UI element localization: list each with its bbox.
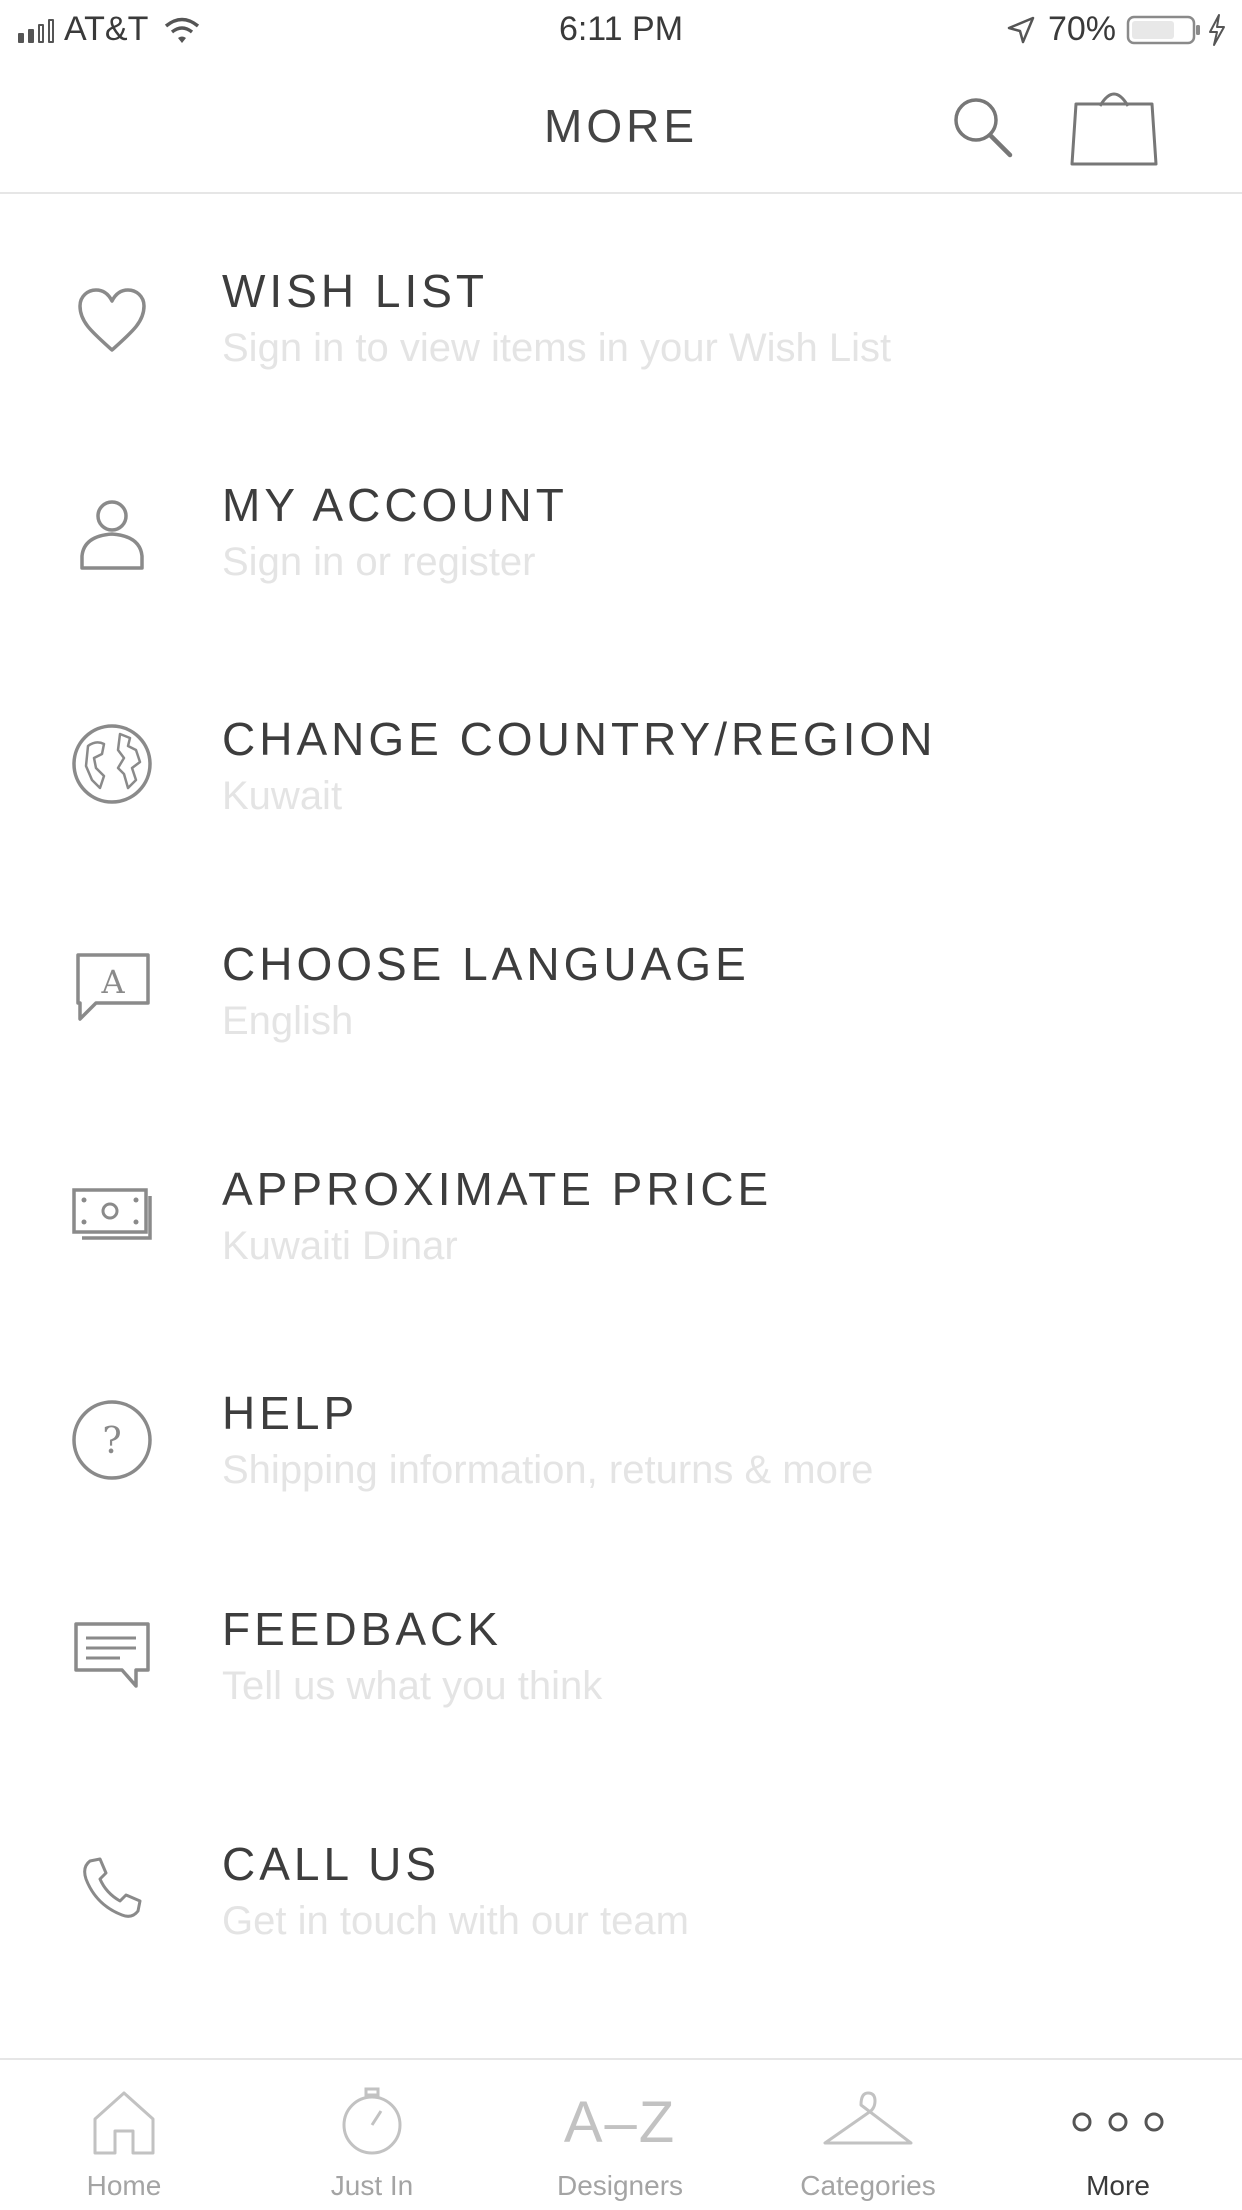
tab-label: More <box>1086 2170 1150 2201</box>
bottom-tab-bar: Home Just In A–Z Designers Categories Mo… <box>0 2058 1242 2208</box>
menu-item-label: CALL US <box>222 1838 441 1890</box>
search-icon <box>954 98 1013 158</box>
menu-item-subtitle: Tell us what you think <box>222 1664 603 1708</box>
status-bar: AT&T 6:11 PM 70% <box>0 0 1242 62</box>
tab-label: Just In <box>330 2170 414 2201</box>
menu-item-wish-list[interactable]: WISH LIST Sign in to view items in your … <box>0 254 1242 404</box>
language-icon: A <box>76 953 150 1021</box>
shopping-bag-icon <box>1070 92 1158 166</box>
shopping-bag-button[interactable] <box>1070 82 1160 168</box>
tab-just-in[interactable]: Just In <box>248 2060 496 2210</box>
menu-item-label: MY ACCOUNT <box>222 479 568 531</box>
svg-text:A: A <box>100 963 125 1001</box>
search-button[interactable] <box>950 94 1016 160</box>
menu-item-subtitle: Get in touch with our team <box>222 1899 689 1943</box>
menu-item-label: APPROXIMATE PRICE <box>222 1163 773 1215</box>
menu-item-change-country[interactable]: CHANGE COUNTRY/REGION Kuwait <box>0 702 1242 852</box>
menu-item-subtitle: Kuwaiti Dinar <box>222 1224 458 1268</box>
more-dots-icon <box>1072 2112 1164 2132</box>
menu-item-label: CHANGE COUNTRY/REGION <box>222 713 937 765</box>
menu-item-approximate-price[interactable]: APPROXIMATE PRICE Kuwaiti Dinar <box>0 1152 1242 1302</box>
phone-icon <box>83 1857 142 1918</box>
location-arrow-icon <box>1007 16 1035 43</box>
a-z-icon: A–Z <box>563 2089 677 2155</box>
hanger-icon <box>823 2091 913 2145</box>
help-icon: ? <box>72 1400 152 1480</box>
svg-text:?: ? <box>102 1421 121 1462</box>
menu-item-label: FEEDBACK <box>222 1603 502 1655</box>
menu-item-subtitle: Sign in to view items in your Wish List <box>222 326 892 370</box>
menu-item-choose-language[interactable]: A CHOOSE LANGUAGE English <box>0 927 1242 1077</box>
tab-label: Designers <box>556 2170 684 2201</box>
tab-label: Home <box>86 2170 162 2201</box>
menu-item-feedback[interactable]: FEEDBACK Tell us what you think <box>0 1592 1242 1742</box>
page-title: MORE <box>544 100 698 152</box>
menu-item-label: CHOOSE LANGUAGE <box>222 938 750 990</box>
menu-item-help[interactable]: ? HELP Shipping information, returns & m… <box>0 1376 1242 1526</box>
menu-item-subtitle: English <box>222 999 354 1043</box>
person-icon <box>80 500 144 570</box>
feedback-icon <box>74 1622 150 1688</box>
menu-item-call-us[interactable]: CALL US Get in touch with our team <box>0 1827 1242 1977</box>
menu-item-label: WISH LIST <box>222 265 489 317</box>
battery-percent: 70% <box>1047 10 1116 48</box>
charging-bolt-icon <box>1209 13 1225 46</box>
menu-item-subtitle: Kuwait <box>222 774 343 818</box>
tab-label: Categories <box>800 2170 936 2201</box>
stopwatch-icon <box>342 2087 402 2155</box>
menu-item-subtitle: Sign in or register <box>222 540 536 584</box>
menu-item-label: HELP <box>222 1387 359 1439</box>
header: MORE <box>0 62 1242 194</box>
globe-icon <box>72 724 152 804</box>
status-right: 70% <box>1006 10 1228 49</box>
home-icon <box>93 2091 155 2155</box>
menu-item-subtitle: Shipping information, returns & more <box>222 1448 874 1492</box>
tab-home[interactable]: Home <box>0 2060 248 2210</box>
heart-icon <box>78 288 146 352</box>
tab-categories[interactable]: Categories <box>744 2060 992 2210</box>
money-icon <box>72 1188 152 1240</box>
tab-more[interactable]: More <box>994 2060 1242 2210</box>
battery-icon <box>1126 15 1200 44</box>
menu-item-my-account[interactable]: MY ACCOUNT Sign in or register <box>0 468 1242 618</box>
tab-designers[interactable]: A–Z Designers <box>496 2060 744 2210</box>
